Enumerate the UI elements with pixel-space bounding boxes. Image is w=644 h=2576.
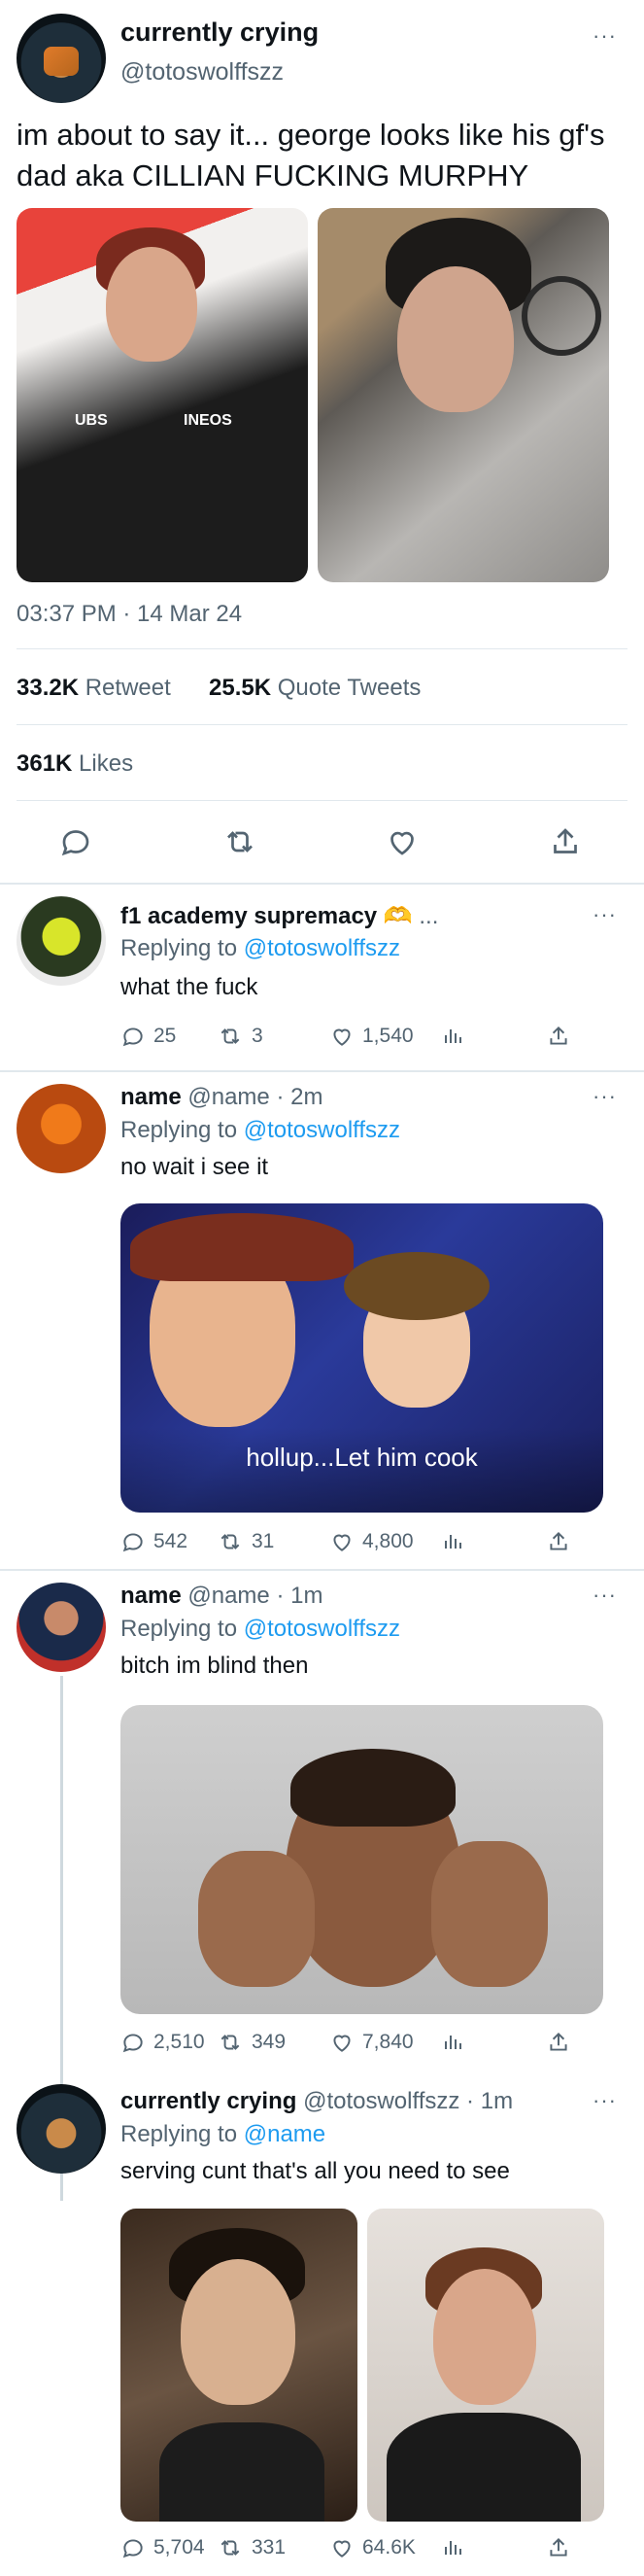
analytics-icon[interactable] — [441, 2535, 464, 2559]
share-icon[interactable] — [546, 1024, 571, 1049]
display-name[interactable]: currently crying — [120, 17, 319, 48]
display-name[interactable]: f1 academy supremacy 🫶 ... — [120, 902, 438, 930]
retweet-icon[interactable] — [221, 824, 260, 863]
mention-link[interactable]: @name — [244, 2121, 325, 2147]
reply-actions: 542 31 4,800 — [120, 1529, 577, 1558]
reply-count[interactable]: 5,704 — [120, 2535, 205, 2560]
replying-to: Replying to @name — [120, 2121, 326, 2147]
share-icon[interactable] — [546, 1529, 571, 1554]
reply-tweet[interactable]: name @name · 2m ··· Replying to @totoswo… — [0, 1072, 644, 1568]
mention-link[interactable]: @totoswolffszz — [244, 1616, 400, 1642]
reply-count[interactable]: 2,510 — [120, 2030, 205, 2055]
reply-icon — [120, 2535, 146, 2560]
avatar[interactable] — [17, 2084, 106, 2174]
tweet-media[interactable]: UBS INEOS — [17, 208, 609, 582]
like-count[interactable]: 4,800 — [329, 1529, 414, 1554]
analytics-icon[interactable] — [441, 1024, 464, 1047]
like-icon[interactable] — [385, 824, 424, 863]
replying-to: Replying to @totoswolffszz — [120, 1616, 401, 1642]
media-image-left[interactable]: UBS INEOS — [17, 208, 308, 582]
retweet-stat[interactable]: 33.2K Retweet — [17, 675, 171, 702]
share-icon[interactable] — [546, 2030, 571, 2055]
avatar[interactable] — [17, 1583, 106, 1672]
reply-count[interactable]: 542 — [120, 1529, 187, 1554]
analytics-icon[interactable] — [441, 2030, 464, 2053]
reply-icon — [120, 1024, 146, 1049]
timestamp[interactable]: 03:37 PM · 14 Mar 24 — [17, 601, 242, 628]
more-icon[interactable]: ··· — [593, 1583, 617, 1608]
like-count[interactable]: 64.6K — [329, 2535, 416, 2560]
share-icon[interactable] — [546, 2535, 571, 2560]
reply-text: serving cunt that's all you need to see — [120, 2158, 510, 2184]
share-icon[interactable] — [548, 824, 587, 863]
reply-text: bitch im blind then — [120, 1653, 309, 1679]
mention-link[interactable]: @totoswolffszz — [244, 1117, 400, 1143]
retweet-icon — [217, 2535, 244, 2560]
mention-link[interactable]: @totoswolffszz — [244, 935, 400, 961]
retweet-icon — [217, 2030, 244, 2055]
reply-tweet[interactable]: f1 academy supremacy 🫶 ... ··· Replying … — [0, 885, 644, 1069]
main-tweet: currently crying @totoswolffszz ··· im a… — [0, 0, 644, 883]
media-image-left[interactable] — [120, 2209, 357, 2522]
retweet-count[interactable]: 349 — [217, 2030, 286, 2055]
like-count[interactable]: 7,840 — [329, 2030, 414, 2055]
reply-actions: 2,510 349 7,840 — [120, 2030, 577, 2059]
reply-actions: 25 3 1,540 — [120, 1024, 577, 1053]
more-icon[interactable]: ··· — [593, 2088, 617, 2113]
display-name[interactable]: name @name · 1m — [120, 1583, 322, 1610]
twitter-thread: currently crying @totoswolffszz ··· im a… — [0, 0, 644, 2576]
like-icon — [329, 2535, 355, 2560]
reply-icon[interactable] — [58, 824, 97, 863]
replying-to: Replying to @totoswolffszz — [120, 1117, 401, 1143]
reply-actions: 5,704 331 64.6K — [120, 2535, 577, 2564]
handle[interactable]: @totoswolffszz — [120, 58, 284, 87]
like-icon — [329, 2030, 355, 2055]
retweet-count[interactable]: 3 — [217, 1024, 263, 1049]
retweet-icon — [217, 1024, 244, 1049]
display-name[interactable]: currently crying @totoswolffszz · 1m — [120, 2088, 513, 2115]
reply-tweet[interactable]: name @name · 1m ··· Replying to @totoswo… — [0, 1571, 644, 2201]
avatar[interactable] — [17, 14, 106, 103]
analytics-icon[interactable] — [441, 1529, 464, 1552]
avatar[interactable] — [17, 1084, 106, 1173]
media-image-right[interactable] — [367, 2209, 604, 2522]
reply-icon — [120, 1529, 146, 1554]
reply-media[interactable]: hollup...Let him cook — [120, 1203, 603, 1513]
reply-tweet[interactable]: currently crying @totoswolffszz · 1m ···… — [0, 2072, 644, 2576]
reply-text: no wait i see it — [120, 1154, 269, 1180]
like-icon — [329, 1024, 355, 1049]
more-icon[interactable]: ··· — [593, 23, 617, 49]
retweet-icon — [217, 1529, 244, 1554]
like-icon — [329, 1529, 355, 1554]
more-icon[interactable]: ··· — [593, 902, 617, 927]
reply-count[interactable]: 25 — [120, 1024, 176, 1049]
tweet-text: im about to say it... george looks like … — [17, 118, 605, 192]
reply-media[interactable] — [120, 1705, 603, 2014]
avatar[interactable] — [17, 896, 106, 986]
like-count[interactable]: 1,540 — [329, 1024, 414, 1049]
reply-text: what the fuck — [120, 974, 258, 1000]
reply-media[interactable] — [120, 2209, 604, 2522]
quote-stat[interactable]: 25.5K Quote Tweets — [209, 675, 421, 702]
more-icon[interactable]: ··· — [593, 1084, 617, 1109]
retweet-count[interactable]: 331 — [217, 2535, 286, 2560]
media-caption: hollup...Let him cook — [246, 1443, 478, 1472]
media-image-right[interactable] — [318, 208, 609, 582]
retweet-count[interactable]: 31 — [217, 1529, 274, 1554]
reply-icon — [120, 2030, 146, 2055]
replying-to: Replying to @totoswolffszz — [120, 935, 401, 961]
display-name[interactable]: name @name · 2m — [120, 1084, 322, 1111]
likes-stat[interactable]: 361K Likes — [17, 750, 133, 778]
